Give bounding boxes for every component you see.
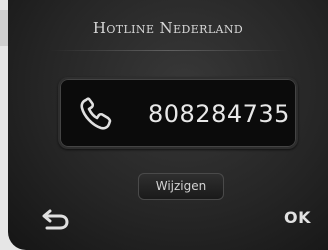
device-screen: Hotline Nederland 808284735 Wijzigen OK xyxy=(8,0,328,250)
edit-button[interactable]: Wijzigen xyxy=(138,173,224,200)
phone-number-field[interactable]: 808284735 xyxy=(58,77,298,149)
ok-button[interactable]: OK xyxy=(284,208,311,227)
phone-number: 808284735 xyxy=(148,100,290,128)
phone-handset-icon xyxy=(80,97,112,130)
title-divider xyxy=(48,50,288,51)
back-arrow-icon[interactable] xyxy=(40,205,72,233)
screen-title: Hotline Nederland xyxy=(92,19,244,37)
